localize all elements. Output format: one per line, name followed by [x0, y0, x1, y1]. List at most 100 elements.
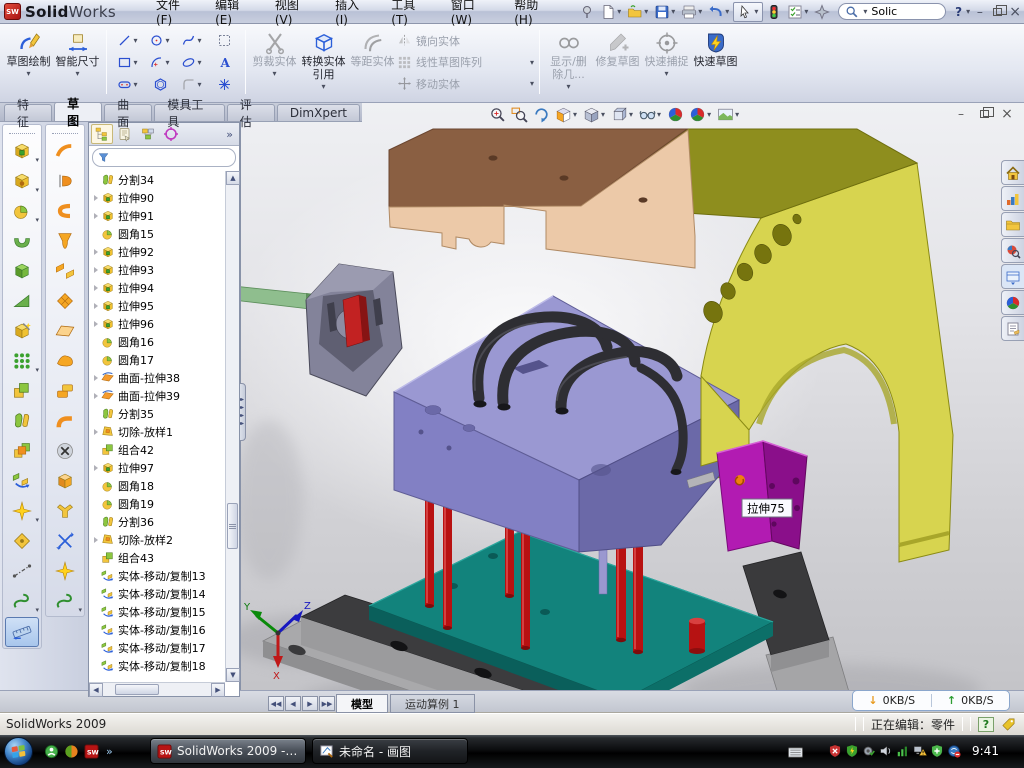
- tray-net-warn-icon[interactable]: [913, 744, 927, 758]
- wedgeG-tool-button[interactable]: [3, 286, 41, 316]
- ribbon-tab-曲面[interactable]: 曲面: [104, 104, 152, 121]
- filletY-tool-button[interactable]: ▾: [3, 196, 41, 226]
- feature-tree-item[interactable]: 分割34: [89, 171, 225, 189]
- quick-launch-messenger[interactable]: [44, 744, 59, 759]
- cmd-mirror-button[interactable]: 镜向实体: [397, 30, 535, 51]
- tray-shield-plus-icon[interactable]: [930, 744, 944, 758]
- taskbar-button-paint[interactable]: 未命名 - 画图: [312, 738, 468, 764]
- feature-tree-item[interactable]: 拉伸96: [89, 315, 225, 333]
- gl-ellipse-button[interactable]: ▾: [177, 51, 207, 73]
- task-pane-view-palette-tab[interactable]: [1001, 264, 1024, 289]
- taskbar-button-solidworks[interactable]: SWSolidWorks 2009 - ...: [150, 738, 306, 764]
- feature-tree-item[interactable]: 组合42: [89, 441, 225, 459]
- section-view-button[interactable]: ▾: [555, 106, 578, 123]
- help-chevron-icon[interactable]: ▾: [966, 7, 970, 16]
- tray-speaker-icon[interactable]: [879, 744, 893, 758]
- dotln-tool-button[interactable]: [3, 556, 41, 586]
- cubeY-tool-button[interactable]: ▾: [3, 166, 41, 196]
- model-top-clamp-plate[interactable]: [389, 129, 695, 268]
- feature-tree-item[interactable]: 实体-移动/复制15: [89, 603, 225, 621]
- cO-tool-button[interactable]: [46, 196, 84, 226]
- feature-tree-item[interactable]: 切除-放样1: [89, 423, 225, 441]
- gl-spline-button[interactable]: ▾: [177, 29, 207, 51]
- search-chevron-icon[interactable]: ▾: [863, 7, 867, 16]
- planeO-tool-button[interactable]: [46, 316, 84, 346]
- menu-item-5[interactable]: 窗口(W): [439, 0, 502, 30]
- feature-tree-item[interactable]: 拉伸94: [89, 279, 225, 297]
- menu-item-0[interactable]: 文件(F): [144, 0, 203, 30]
- minimize-button[interactable]: –: [972, 4, 988, 19]
- gl-circle-button[interactable]: ▾: [145, 29, 175, 51]
- doc-close-button[interactable]: ×: [1000, 108, 1014, 120]
- scroll-left-button[interactable]: ◀: [89, 683, 103, 697]
- cmd-rapid-sketch-button[interactable]: 快速草图: [691, 26, 740, 98]
- tray-gear-check-icon[interactable]: [862, 744, 876, 758]
- task-pane-appearances-tab[interactable]: [1001, 290, 1024, 315]
- model-side-core-unit[interactable]: [241, 264, 402, 396]
- splt-tool-button[interactable]: [3, 406, 41, 436]
- view-orientation-button[interactable]: ▾: [611, 106, 634, 123]
- feature-tree-item[interactable]: 圆角16: [89, 333, 225, 351]
- cmd-quick-snap-button[interactable]: 快速捕捉▾: [642, 26, 691, 98]
- fm-tree-tab[interactable]: [91, 124, 113, 144]
- cmd-sketch-button[interactable]: 草图绘制▾: [4, 26, 53, 98]
- gl-line-button[interactable]: ▾: [113, 29, 143, 51]
- ribbon-tab-模具工具[interactable]: 模具工具: [154, 104, 224, 121]
- feature-tree-item[interactable]: 组合43: [89, 549, 225, 567]
- prev-tab-button[interactable]: ◀: [285, 696, 301, 711]
- scroll-right-button[interactable]: ▶: [211, 683, 225, 697]
- input-method-icon[interactable]: [788, 745, 803, 760]
- help-button[interactable]: ?: [952, 5, 965, 19]
- ribbon-tab-特征[interactable]: 特征: [4, 104, 52, 121]
- model-tab-运动算例 1[interactable]: 运动算例 1: [390, 694, 475, 713]
- restore-button[interactable]: [990, 4, 1006, 19]
- feature-tree-item[interactable]: 圆角17: [89, 351, 225, 369]
- menu-item-2[interactable]: 视图(V): [263, 0, 323, 30]
- model-tab-模型[interactable]: 模型: [336, 694, 388, 713]
- feature-tree-item[interactable]: 拉伸90: [89, 189, 225, 207]
- doc-minimize-button[interactable]: –: [954, 108, 968, 120]
- taskbar-clock[interactable]: 9:41: [972, 744, 999, 758]
- ribbon-tab-DimXpert[interactable]: DimXpert: [277, 104, 360, 121]
- gl-text-button[interactable]: A: [209, 51, 239, 73]
- helix-tool-button[interactable]: ▾: [3, 586, 41, 616]
- feature-tree-item[interactable]: 实体-移动/复制13: [89, 567, 225, 585]
- task-pane-custom-properties-tab[interactable]: [1001, 316, 1024, 341]
- tray-shield-green-icon[interactable]: [845, 744, 859, 758]
- select-arrow-button[interactable]: ▾: [733, 2, 763, 22]
- search-box[interactable]: ▾: [838, 3, 946, 20]
- elbowO-tool-button[interactable]: [46, 406, 84, 436]
- cmd-display-relations-button[interactable]: 显示/删除几...▾: [544, 26, 593, 98]
- boxG-tool-button[interactable]: [3, 256, 41, 286]
- feature-tree-item[interactable]: 拉伸97: [89, 459, 225, 477]
- save-button[interactable]: ▾: [652, 3, 678, 21]
- search-input[interactable]: [871, 5, 929, 18]
- scroll-down-button[interactable]: ▼: [226, 668, 240, 682]
- menu-item-6[interactable]: 帮助(H): [502, 0, 563, 30]
- freefO-tool-button[interactable]: [46, 346, 84, 376]
- ribbon-tab-评估[interactable]: 评估: [227, 104, 275, 121]
- gl-arc-button[interactable]: ▾: [145, 51, 175, 73]
- helix-tool-button[interactable]: ▾: [46, 586, 84, 616]
- revO-tool-button[interactable]: [46, 166, 84, 196]
- task-pane-search-globe-tab[interactable]: [1001, 238, 1024, 263]
- sweepO-tool-button[interactable]: [46, 136, 84, 166]
- gl-poly-button[interactable]: [145, 73, 175, 95]
- wandC-tool-button[interactable]: [3, 316, 41, 346]
- tray-sync-minus-icon[interactable]: [947, 744, 961, 758]
- feature-tree-item[interactable]: 实体-移动/复制16: [89, 621, 225, 639]
- stackO-tool-button[interactable]: [46, 376, 84, 406]
- cmd-move-entities-button[interactable]: 移动实体▾: [397, 73, 535, 94]
- graphics-area[interactable]: 拉伸75 Y Z X ▾▾▾▾▾▾ – × ◂▸◂▸◂▸◂▸: [240, 103, 1024, 690]
- tips-button[interactable]: [812, 3, 832, 21]
- feature-tree-item[interactable]: 圆角19: [89, 495, 225, 513]
- feature-tree-item[interactable]: 拉伸95: [89, 297, 225, 315]
- gl-selbox-button[interactable]: [209, 29, 239, 51]
- star-tool-button[interactable]: ▾: [3, 496, 41, 526]
- feature-tree-item[interactable]: 实体-移动/复制14: [89, 585, 225, 603]
- flagsO-tool-button[interactable]: [46, 256, 84, 286]
- feature-tree-item[interactable]: 圆角15: [89, 225, 225, 243]
- options-list-button[interactable]: ▾: [785, 3, 811, 21]
- tray-signal-icon[interactable]: [896, 744, 910, 758]
- dots-tool-button[interactable]: ▾: [3, 346, 41, 376]
